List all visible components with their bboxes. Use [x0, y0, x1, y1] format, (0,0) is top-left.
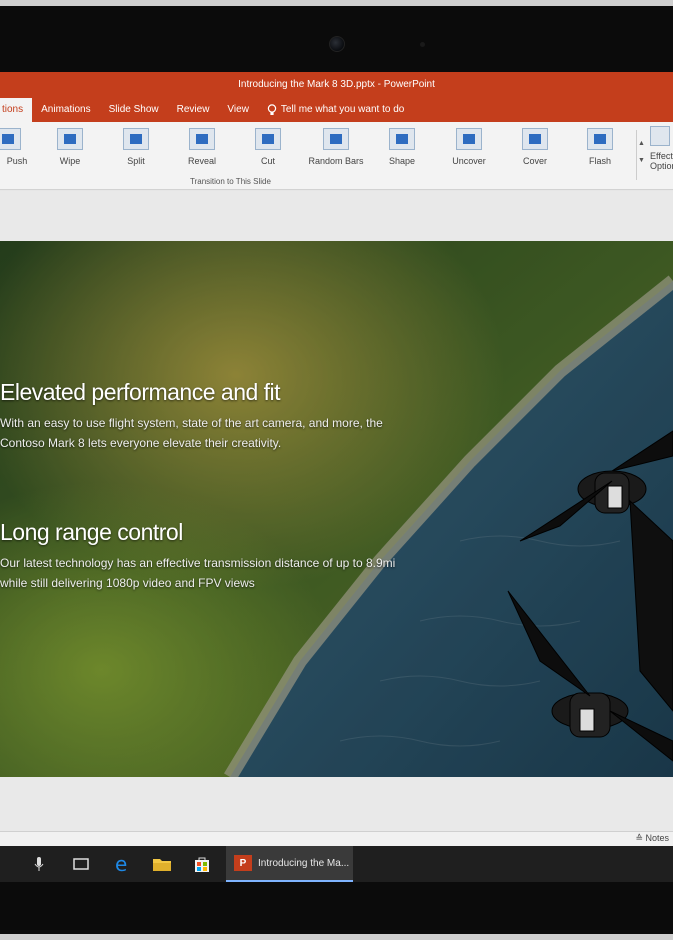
powerpoint-icon: P	[234, 855, 252, 871]
tab-view[interactable]: View	[218, 98, 258, 122]
gallery-scroll[interactable]: ▲ ▼	[636, 130, 646, 180]
tab-animations[interactable]: Animations	[32, 98, 99, 122]
tab-transitions[interactable]: tions	[0, 98, 33, 122]
slide-body-1: With an easy to use flight system, state…	[0, 416, 383, 450]
screen: Introducing the Mark 8 3D.pptx - PowerPo…	[0, 72, 673, 882]
transition-cover[interactable]: Cover	[503, 128, 567, 166]
effect-options-button[interactable]: Effect Options	[650, 126, 673, 171]
slide-canvas[interactable]: Elevated performance and fit With an eas…	[0, 241, 673, 777]
transition-cut[interactable]: Cut	[236, 128, 300, 166]
group-label: Transition to This Slide	[190, 177, 271, 186]
ribbon-tabs: tions Animations Slide Show Review View …	[0, 98, 673, 122]
edge-browser-icon[interactable]: e	[113, 854, 133, 874]
uncover-icon	[456, 128, 482, 150]
window-title: Introducing the Mark 8 3D.pptx - PowerPo…	[0, 72, 673, 98]
slide-workspace: Elevated performance and fit With an eas…	[0, 191, 673, 831]
wipe-icon	[57, 128, 83, 150]
transition-wipe[interactable]: Wipe	[38, 128, 102, 166]
taskbar: e P Introducing the Ma...	[0, 846, 673, 882]
tab-review[interactable]: Review	[168, 98, 219, 122]
chevron-up-icon: ▲	[638, 140, 645, 147]
lightbulb-icon	[267, 104, 277, 115]
ribbon-transitions: Push Wipe Split Reveal Cut Random Bars S…	[0, 122, 673, 190]
transition-uncover[interactable]: Uncover	[437, 128, 501, 166]
random-bars-icon	[323, 128, 349, 150]
transition-reveal[interactable]: Reveal	[170, 128, 234, 166]
taskbar-powerpoint[interactable]: P Introducing the Ma...	[226, 846, 353, 882]
reveal-icon	[189, 128, 215, 150]
task-view-icon[interactable]	[72, 854, 90, 874]
tablet-device: Introducing the Mark 8 3D.pptx - PowerPo…	[0, 0, 673, 940]
slide-heading-2: Long range control	[0, 519, 183, 545]
cover-icon	[522, 128, 548, 150]
tell-me-search[interactable]: Tell me what you want to do	[258, 98, 413, 122]
ambient-sensor	[420, 42, 425, 47]
slide-body-2: Our latest technology has an effective t…	[0, 556, 396, 590]
effect-options-icon	[650, 126, 670, 146]
front-camera	[329, 36, 345, 52]
tell-me-text: Tell me what you want to do	[280, 104, 405, 115]
shape-icon	[389, 128, 415, 150]
push-icon	[0, 128, 21, 150]
slide-heading-1: Elevated performance and fit	[0, 379, 281, 405]
chevron-down-icon: ▼	[638, 157, 645, 164]
transition-flash[interactable]: Flash	[568, 128, 632, 166]
store-icon[interactable]	[193, 854, 211, 874]
tab-slide-show[interactable]: Slide Show	[100, 98, 168, 122]
flash-icon	[587, 128, 613, 150]
status-bar: ≙ Notes	[0, 831, 673, 846]
cut-icon	[255, 128, 281, 150]
taskbar-powerpoint-label: Introducing the Ma...	[258, 857, 350, 869]
file-explorer-icon[interactable]	[152, 854, 172, 874]
microphone-icon[interactable]	[34, 854, 44, 874]
notes-button[interactable]: ≙ Notes	[635, 833, 669, 844]
split-icon	[123, 128, 149, 150]
transition-random-bars[interactable]: Random Bars	[304, 128, 368, 166]
transition-split[interactable]: Split	[104, 128, 168, 166]
transition-shape[interactable]: Shape	[370, 128, 434, 166]
transition-push[interactable]: Push	[0, 128, 40, 166]
aerial-forest-lake-image	[0, 241, 673, 777]
svg-text:e: e	[115, 854, 127, 874]
